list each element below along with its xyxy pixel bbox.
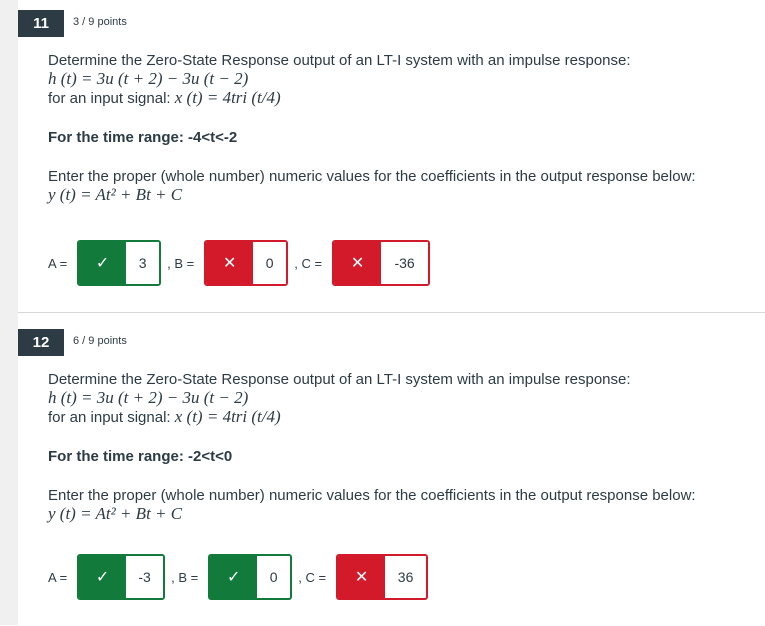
question-number-badge: 11 <box>18 10 64 37</box>
input-signal-label: for an input signal: <box>48 409 175 426</box>
answer-c-value: 36 <box>385 556 427 598</box>
question-body: Determine the Zero-State Response output… <box>48 52 748 204</box>
instructions: Enter the proper (whole number) numeric … <box>48 487 696 504</box>
check-icon: ✓ <box>79 556 127 598</box>
question-prompt: Determine the Zero-State Response output… <box>48 52 631 69</box>
points-score: 3 / 9 points <box>73 16 127 28</box>
answer-b-label: , B = <box>171 569 199 585</box>
question-prompt: Determine the Zero-State Response output… <box>48 371 631 388</box>
answer-c-label: , C = <box>294 255 323 271</box>
impulse-response-equation: h (t) = 3u (t + 2) − 3u (t − 2) <box>48 69 249 88</box>
question-11: 11 3 / 9 points Determine the Zero-State… <box>18 0 765 312</box>
answer-c-field[interactable]: ✕ 36 <box>336 554 429 600</box>
answer-a-value: 3 <box>126 242 160 284</box>
input-signal-equation: x (t) = 4tri (t/4) <box>174 88 281 107</box>
question-number-badge: 12 <box>18 329 64 356</box>
answer-a-value: -3 <box>126 556 164 598</box>
answer-c-label: , C = <box>298 569 327 585</box>
input-signal-label: for an input signal: <box>48 90 175 107</box>
answer-a-field[interactable]: ✓ -3 <box>77 554 166 600</box>
x-icon: ✕ <box>334 242 382 284</box>
check-icon: ✓ <box>210 556 258 598</box>
x-icon: ✕ <box>206 242 254 284</box>
output-response-equation: y (t) = At² + Bt + C <box>48 185 183 204</box>
question-12: 12 6 / 9 points Determine the Zero-State… <box>18 312 765 626</box>
answer-a-label: A = <box>48 255 68 271</box>
answer-c-value: -36 <box>381 242 429 284</box>
left-rail <box>0 0 18 625</box>
points-score: 6 / 9 points <box>73 335 127 347</box>
x-icon: ✕ <box>338 556 386 598</box>
answer-a-field[interactable]: ✓ 3 <box>77 240 162 286</box>
answer-b-value: 0 <box>253 242 287 284</box>
answer-row: A = ✓ -3 , B = ✓ 0 , C = ✕ 36 <box>48 552 434 602</box>
input-signal-equation: x (t) = 4tri (t/4) <box>174 407 281 426</box>
time-range: For the time range: -4<t<-2 <box>48 129 238 146</box>
answer-row: A = ✓ 3 , B = ✕ 0 , C = ✕ -36 <box>48 238 436 288</box>
time-range: For the time range: -2<t<0 <box>48 448 233 465</box>
answer-b-field[interactable]: ✕ 0 <box>204 240 289 286</box>
answer-b-field[interactable]: ✓ 0 <box>208 554 293 600</box>
check-icon: ✓ <box>79 242 126 284</box>
impulse-response-equation: h (t) = 3u (t + 2) − 3u (t − 2) <box>48 388 249 407</box>
question-body: Determine the Zero-State Response output… <box>48 371 748 523</box>
instructions: Enter the proper (whole number) numeric … <box>48 168 696 185</box>
output-response-equation: y (t) = At² + Bt + C <box>48 504 183 523</box>
input-signal-line: for an input signal: x (t) = 4tri (t/4) <box>48 407 748 426</box>
answer-c-field[interactable]: ✕ -36 <box>332 240 431 286</box>
answer-a-label: A = <box>48 569 68 585</box>
answer-b-value: 0 <box>257 556 291 598</box>
answer-b-label: , B = <box>167 255 195 271</box>
input-signal-line: for an input signal: x (t) = 4tri (t/4) <box>48 88 748 107</box>
